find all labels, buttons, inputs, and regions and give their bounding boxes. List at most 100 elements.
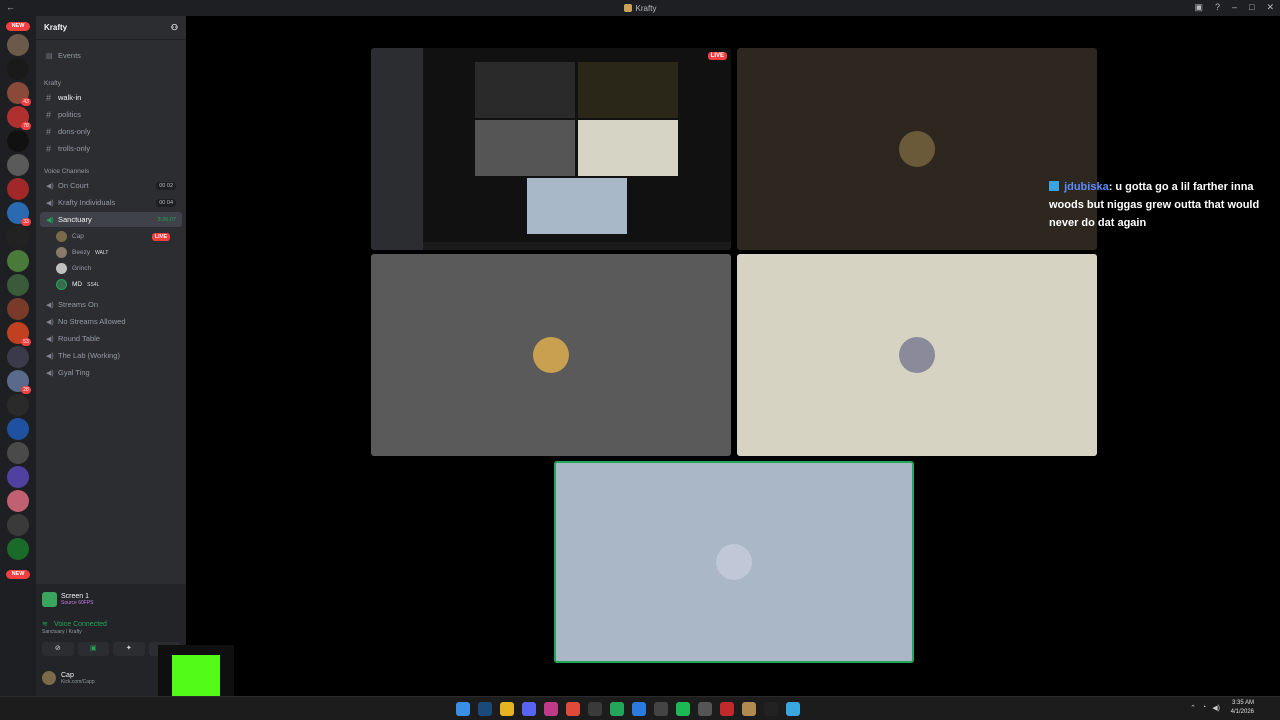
voice-user-grinch[interactable]: Grinch — [56, 261, 182, 276]
share-screen-button[interactable]: ▣ — [77, 642, 109, 656]
server-icon[interactable] — [7, 34, 29, 56]
maximize-icon[interactable]: □ — [1249, 2, 1254, 13]
server-icon[interactable] — [7, 346, 29, 368]
app-icon[interactable] — [588, 702, 602, 716]
avatar — [899, 131, 935, 167]
sub-badge-icon — [1049, 181, 1059, 191]
avatar — [533, 337, 569, 373]
volume-icon[interactable]: ◀) — [1212, 704, 1220, 712]
category-label[interactable]: Krafty — [44, 80, 61, 87]
activities-button[interactable]: ✦ — [113, 642, 145, 656]
system-tray: ⌃ ◔ ◀) — [1190, 704, 1220, 712]
events-item[interactable]: ▤ Events — [40, 48, 182, 63]
stream-tile-user[interactable] — [737, 48, 1097, 250]
server-icon[interactable] — [7, 466, 29, 488]
server-icon[interactable] — [7, 274, 29, 296]
app-icon[interactable] — [632, 702, 646, 716]
server-icon[interactable]: 43 — [7, 82, 31, 106]
new-badge: NEW — [6, 22, 30, 31]
server-icon[interactable] — [7, 58, 29, 80]
app-icon[interactable] — [544, 702, 558, 716]
folder-icon[interactable] — [500, 702, 514, 716]
nested-tile — [578, 62, 678, 118]
voice-connected-status[interactable]: ≋ Voice Connected Sanctuary / Krafty — [42, 620, 180, 635]
add-member-icon[interactable]: ⚇ — [171, 23, 178, 32]
server-icon[interactable] — [7, 298, 29, 320]
voice-channel-on-court[interactable]: ◀) On Court 00 02 — [40, 178, 182, 193]
voice-user-cap[interactable]: Cap LIVE — [56, 229, 182, 244]
stream-tile-user[interactable] — [737, 254, 1097, 456]
channel-politics[interactable]: # politics — [40, 107, 182, 122]
voice-channel-streams-on[interactable]: ◀) Streams On — [40, 297, 182, 312]
user-name: MD — [72, 281, 83, 288]
start-icon[interactable] — [456, 702, 470, 716]
server-icon[interactable] — [7, 154, 29, 176]
close-icon[interactable]: ✕ — [1266, 2, 1274, 13]
calendar-icon: ▤ — [46, 52, 53, 60]
server-icon[interactable]: 78 — [7, 106, 31, 130]
speaker-icon: ◀) — [46, 216, 54, 224]
voice-channel-sanctuary[interactable]: ◀) Sanctuary 3:26:07 — [40, 212, 182, 227]
chrome-icon[interactable] — [566, 702, 580, 716]
voice-user-beezy[interactable]: Beezy WALT — [56, 245, 182, 260]
server-icon[interactable]: 28 — [7, 370, 31, 394]
app-icon[interactable] — [654, 702, 668, 716]
stream-tile-screen[interactable]: LIVE — [371, 48, 731, 250]
chevron-up-icon[interactable]: ⌃ — [1190, 704, 1196, 712]
voice-channel-label: On Court — [58, 181, 89, 190]
voice-channel-no-streams-allowed[interactable]: ◀) No Streams Allowed — [40, 314, 182, 329]
nested-tile — [475, 120, 575, 176]
stream-tile-speaking[interactable] — [554, 461, 914, 663]
inbox-icon[interactable]: ▣ — [1194, 2, 1203, 13]
app-icon[interactable] — [742, 702, 756, 716]
server-icon[interactable] — [7, 538, 29, 560]
server-icon[interactable] — [7, 490, 29, 512]
server-icon[interactable] — [7, 130, 29, 152]
server-icon[interactable] — [7, 394, 29, 416]
app-icon[interactable] — [720, 702, 734, 716]
server-icon[interactable] — [7, 250, 29, 272]
channel-dons-only[interactable]: # dons-only — [40, 124, 182, 139]
voice-channel-label: The Lab (Working) — [58, 351, 120, 360]
server-icon[interactable] — [7, 418, 29, 440]
server-icon[interactable]: 33 — [7, 202, 31, 226]
app-icon[interactable] — [786, 702, 800, 716]
app-icon[interactable] — [610, 702, 624, 716]
spotify-icon[interactable] — [676, 702, 690, 716]
stream-tile-user[interactable] — [371, 254, 731, 456]
live-badge: LIVE — [151, 232, 170, 241]
server-icon[interactable] — [7, 226, 29, 248]
server-icon[interactable] — [7, 514, 29, 536]
camera-off-button[interactable]: ⊘ — [42, 642, 74, 656]
discord-icon[interactable] — [522, 702, 536, 716]
x-icon[interactable] — [764, 702, 778, 716]
voice-channel-round-table[interactable]: ◀) Round Table — [40, 331, 182, 346]
channel-walk-in[interactable]: # walk-in — [40, 90, 182, 105]
server-icon[interactable]: 53 — [7, 322, 31, 346]
signal-icon: ≋ — [42, 621, 48, 628]
server-icon[interactable] — [7, 442, 29, 464]
user-name: Cap — [72, 233, 84, 240]
mention-badge: 53 — [21, 338, 31, 346]
help-icon[interactable]: ? — [1215, 2, 1220, 13]
clock[interactable]: 3:35 AM 4/1/2026 — [1231, 699, 1254, 717]
window-title: Krafty — [623, 4, 656, 13]
member-count: 00 04 — [156, 198, 176, 207]
events-label: Events — [58, 51, 81, 60]
steam-icon[interactable] — [478, 702, 492, 716]
back-icon[interactable]: ← — [6, 2, 15, 12]
network-icon[interactable]: ◔ — [1202, 704, 1206, 712]
minimize-icon[interactable]: – — [1232, 2, 1237, 13]
voice-channel-the-lab[interactable]: ◀) The Lab (Working) — [40, 348, 182, 363]
guild-header[interactable]: Krafty ⚇ — [36, 16, 186, 40]
voice-channel-gyal-ting[interactable]: ◀) Gyal Ting — [40, 365, 182, 380]
screen-share-status[interactable]: Screen 1 Source 60FPS — [42, 590, 180, 608]
voice-channel-krafty-individuals[interactable]: ◀) Krafty Individuals 00 04 — [40, 195, 182, 210]
voice-category-label[interactable]: Voice Channels — [44, 168, 89, 175]
voice-user-md[interactable]: MD SS4L — [56, 277, 182, 292]
server-icon[interactable] — [7, 178, 29, 200]
obs-icon[interactable] — [698, 702, 712, 716]
speaker-icon: ◀) — [46, 335, 54, 343]
channel-trolls-only[interactable]: # trolls-only — [40, 141, 182, 156]
channel-label: trolls-only — [58, 144, 91, 153]
